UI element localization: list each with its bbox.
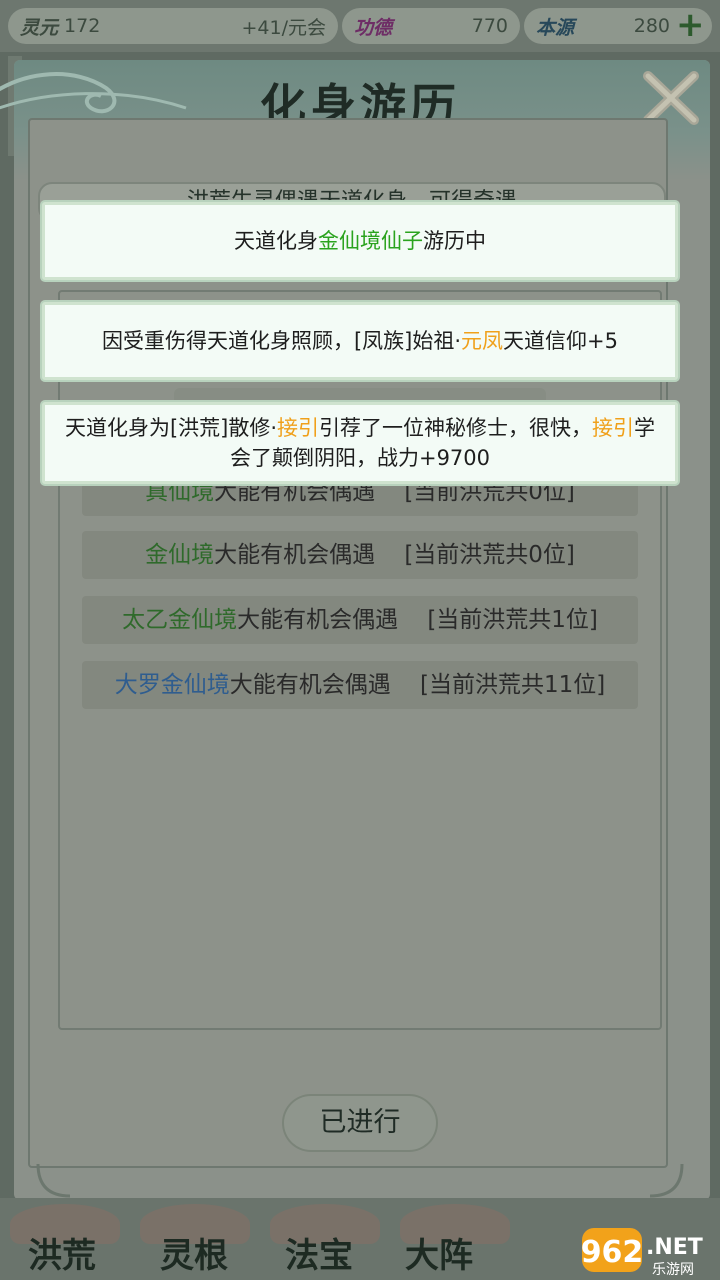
- corner-ornament-icon: [36, 1163, 71, 1198]
- site-watermark-logo-icon: 962 .NET 乐游网: [581, 1228, 703, 1278]
- realm-row: 大罗金仙境大能有机会偶遇 [当前洪荒共11位]: [82, 661, 638, 709]
- toast-text: 因受重伤得天道化身照顾，[凤族]始祖·元凤天道信仰+5: [101, 329, 619, 353]
- done-button[interactable]: 已进行: [284, 1096, 436, 1150]
- corner-ornament-icon: [649, 1163, 684, 1198]
- lingyuan-counter: 灵元 172 +41/元会: [8, 8, 338, 44]
- gongde-counter: 功德 770: [342, 8, 520, 44]
- resource-bar: 灵元 172 +41/元会 功德 770 本源 280 +: [0, 0, 720, 52]
- benyuan-counter: 本源 280 +: [524, 8, 712, 44]
- svg-text:乐游网: 乐游网: [652, 1262, 694, 1278]
- gongde-label: 功德: [354, 16, 393, 39]
- nav-item-linggen[interactable]: 灵根: [160, 1228, 228, 1277]
- benyuan-label: 本源: [536, 16, 575, 39]
- realm-row: 太乙金仙境大能有机会偶遇 [当前洪荒共1位]: [82, 596, 638, 644]
- toast-text: 天道化身金仙境仙子游历中: [234, 229, 486, 253]
- benyuan-value: 280: [633, 15, 670, 37]
- lingyuan-label: 灵元: [20, 16, 59, 39]
- add-benyuan-plus-icon[interactable]: +: [676, 8, 705, 42]
- svg-text:.NET: .NET: [646, 1235, 703, 1260]
- realm-row: 金仙境大能有机会偶遇 [当前洪荒共0位]: [82, 531, 638, 579]
- toast-message: 天道化身为[洪荒]散修·接引引荐了一位神秘修士，很快，接引学会了颠倒阴阳，战力+…: [42, 402, 678, 484]
- toast-message: 天道化身金仙境仙子游历中: [42, 202, 678, 280]
- nav-item-fabao[interactable]: 法宝: [285, 1228, 353, 1277]
- svg-text:962: 962: [581, 1235, 644, 1270]
- nav-item-dazhen[interactable]: 大阵: [405, 1228, 473, 1277]
- lingyuan-rate: +41/元会: [241, 16, 327, 39]
- nav-item-honghuang[interactable]: 洪荒: [28, 1228, 96, 1277]
- lingyuan-value: 172: [64, 15, 101, 37]
- toast-text: 天道化身为[洪荒]散修·接引引荐了一位神秘修士，很快，接引学会了颠倒阴阳，战力+…: [64, 416, 656, 470]
- gongde-value: 770: [471, 15, 508, 37]
- toast-message: 因受重伤得天道化身照顾，[凤族]始祖·元凤天道信仰+5: [42, 302, 678, 380]
